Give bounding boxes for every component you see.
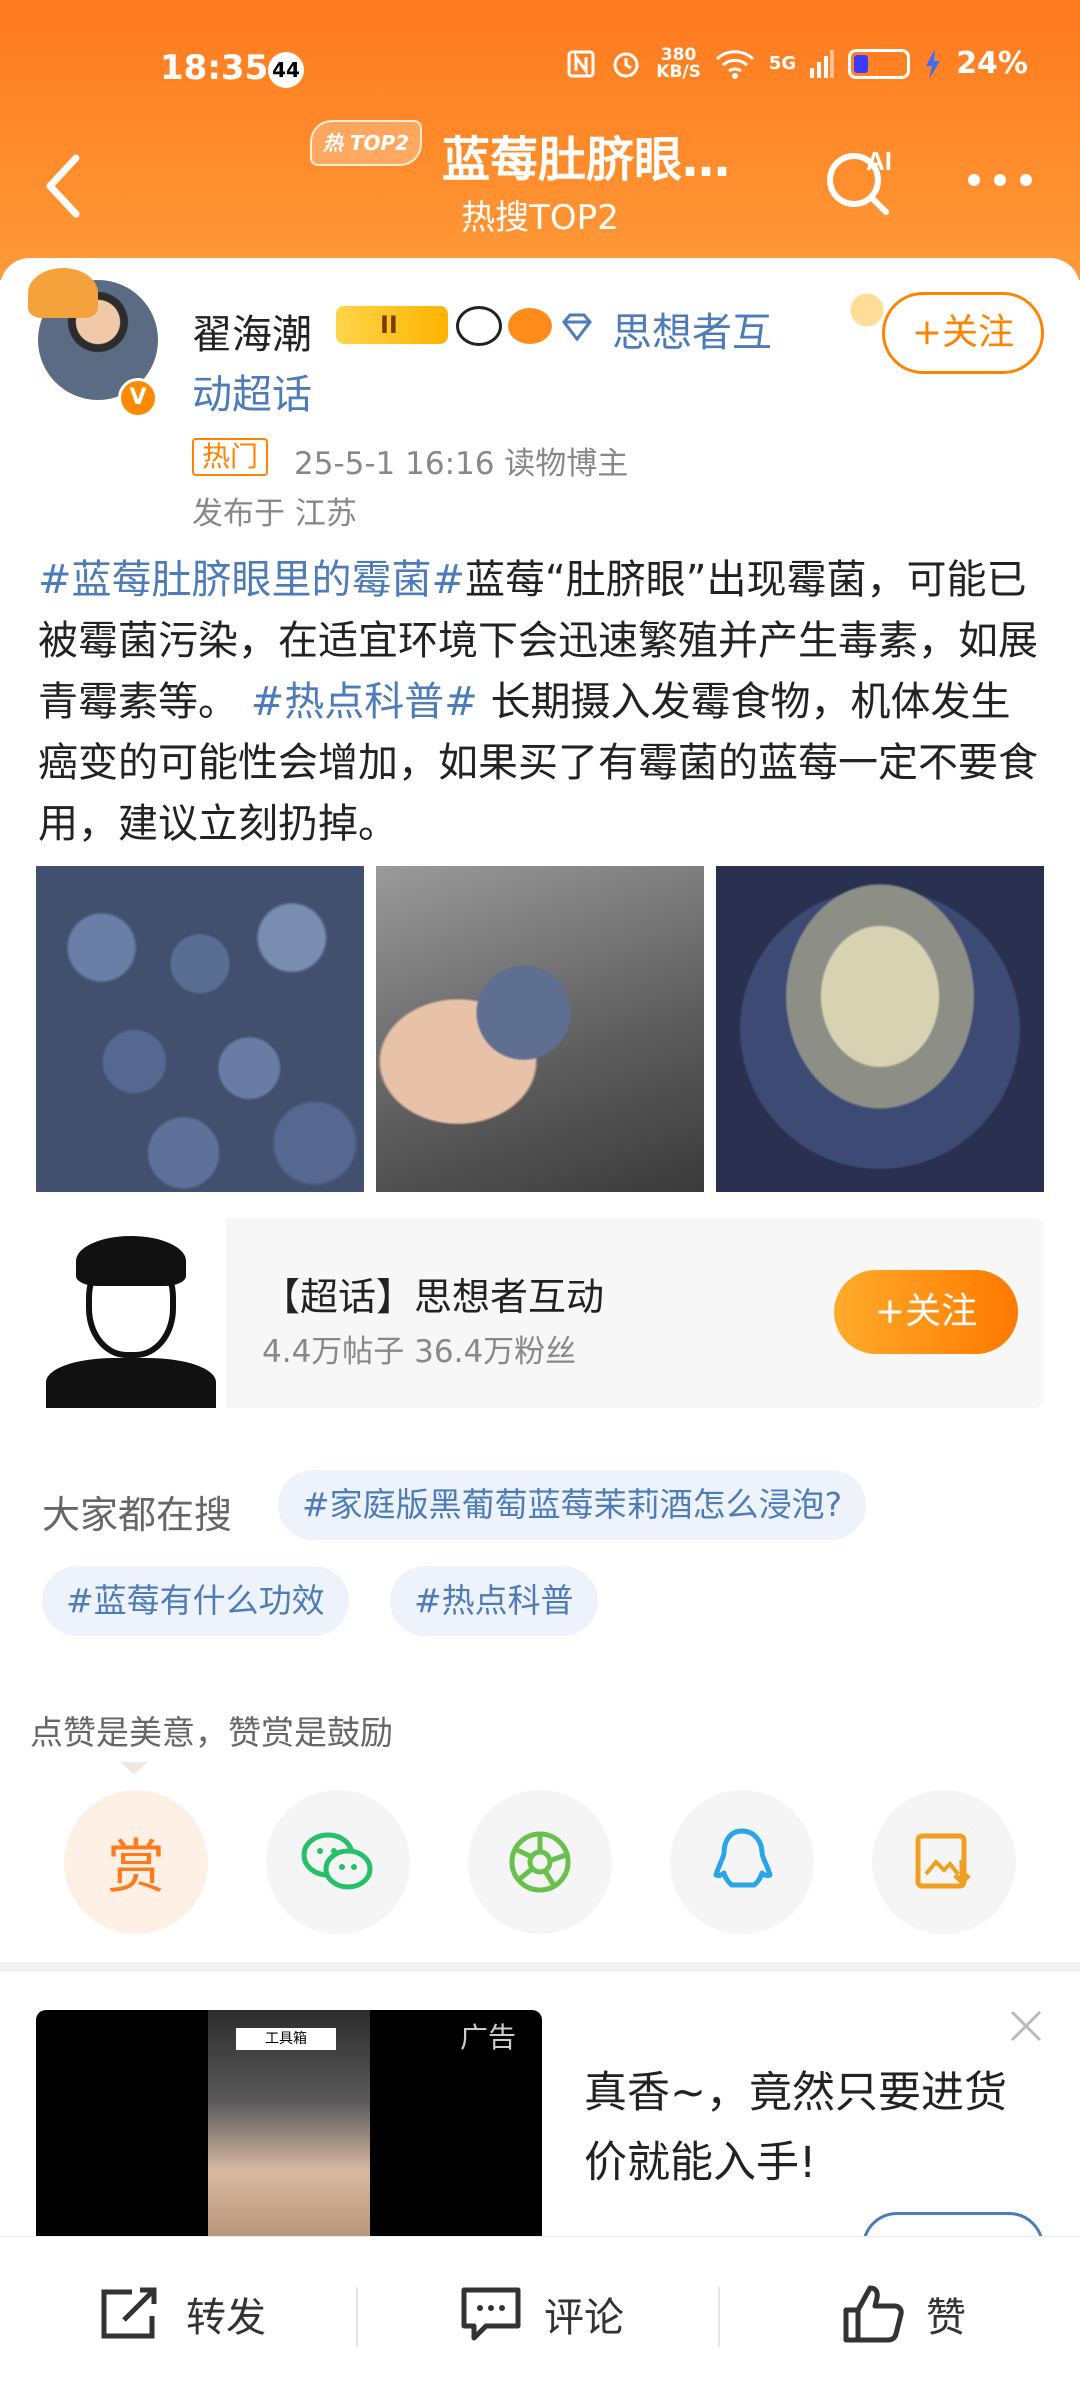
signal-icon <box>810 49 835 78</box>
alarm-icon <box>613 52 639 77</box>
hot-label: 热门 <box>192 438 269 476</box>
status-bar: 18:35 44 380 KB/S 5G 24% <box>0 40 1080 100</box>
share-qq-button[interactable] <box>670 1790 814 1934</box>
fish-icon <box>508 308 552 344</box>
notification-badge: 44 <box>268 52 304 88</box>
thumbs-up-icon <box>843 2285 904 2343</box>
ad-text[interactable]: 真香~，竟然只要进货价就能入手! <box>584 2058 1024 2198</box>
close-icon[interactable] <box>1004 2004 1048 2048</box>
like-button[interactable]: 赞 <box>840 2279 966 2349</box>
related-search-chip[interactable]: #家庭版黑葡萄蓝莓茉莉酒怎么浸泡? <box>278 1470 867 1540</box>
diamond-icon <box>562 313 592 342</box>
signal-label: 5G <box>768 53 797 74</box>
save-image-icon <box>915 1833 971 1889</box>
reward-tip: 点赞是美意，赞赏是鼓励 <box>30 1713 393 1752</box>
author-name[interactable]: 翟海潮 <box>192 302 312 360</box>
moments-icon <box>509 1831 571 1893</box>
net-speed: 380 KB/S <box>656 44 701 82</box>
hashtag-link[interactable]: #热点科普# <box>238 679 490 725</box>
page-title: 蓝莓肚脐眼… <box>442 132 731 188</box>
post-photo[interactable] <box>716 866 1044 1192</box>
post-meta: 25-5-1 16:16 读物博主 <box>294 446 629 482</box>
section-divider <box>0 1962 1080 1972</box>
supertopic-stats: 4.4万帖子 36.4万粉丝 <box>262 1334 577 1370</box>
battery-icon <box>848 48 911 79</box>
bottom-bar: 转发 评论 赞 <box>0 2236 1080 2400</box>
related-search-chip[interactable]: #热点科普 <box>390 1566 598 1636</box>
tip-pointer <box>120 1762 148 1774</box>
repost-button[interactable]: 转发 <box>96 2279 266 2349</box>
clock: 18:35 <box>160 48 269 88</box>
comment-button[interactable]: 评论 <box>458 2279 624 2349</box>
supertopic-image <box>36 1218 226 1408</box>
more-icon[interactable] <box>960 160 1040 200</box>
hashtag-link[interactable]: #蓝莓肚脐眼里的霉菌# <box>38 557 465 603</box>
bar-separator <box>718 2287 720 2347</box>
save-image-button[interactable] <box>872 1790 1016 1934</box>
page-subtitle: 热搜TOP2 <box>461 198 619 238</box>
post-photo[interactable] <box>376 866 704 1192</box>
panda-icon <box>456 306 502 346</box>
wechat-icon <box>301 1832 373 1890</box>
ad-label: 广告 <box>460 2021 517 2054</box>
nfc-icon <box>567 50 595 77</box>
share-wechat-button[interactable] <box>266 1790 410 1934</box>
post-location: 发布于 江苏 <box>192 496 357 532</box>
repost-icon <box>101 2287 157 2339</box>
charging-icon <box>926 48 941 79</box>
post-body: #蓝莓肚脐眼里的霉菌#蓝莓“肚脐眼”出现霉菌，可能已被霉菌污染，在适宜环境下会迅… <box>38 550 1048 855</box>
comment-icon <box>461 2287 521 2341</box>
related-search-label: 大家都在搜 <box>42 1493 233 1537</box>
wifi-icon <box>715 49 754 79</box>
top-bar: 热 TOP2 蓝莓肚脐眼… 热搜TOP2 AI <box>0 110 1080 260</box>
battery-percent: 24% <box>956 46 1028 81</box>
post-photo[interactable] <box>36 866 364 1192</box>
supertopic-card[interactable]: 【超话】思想者互动 4.4万帖子 36.4万粉丝 +关注 <box>36 1218 1044 1408</box>
related-search-chip[interactable]: #蓝莓有什么功效 <box>42 1566 349 1636</box>
qq-icon <box>713 1828 773 1888</box>
tiger-avatar-frame-icon <box>28 268 98 318</box>
follow-button[interactable]: +关注 <box>882 292 1044 374</box>
hot-rank-tag: 热 TOP2 <box>310 120 422 166</box>
vip-level-badge: II <box>336 306 448 344</box>
ai-search-icon[interactable]: AI <box>820 140 900 220</box>
verified-badge-icon: V <box>118 378 158 418</box>
supertopic-follow-button[interactable]: +关注 <box>834 1270 1018 1354</box>
photo-grid <box>36 866 1044 1192</box>
share-moments-button[interactable] <box>468 1790 612 1934</box>
reward-button[interactable]: 赏 <box>64 1790 208 1934</box>
svg-text:AI: AI <box>866 146 892 176</box>
bar-separator <box>356 2287 358 2347</box>
supertopic-title: 【超话】思想者互动 <box>262 1275 605 1319</box>
